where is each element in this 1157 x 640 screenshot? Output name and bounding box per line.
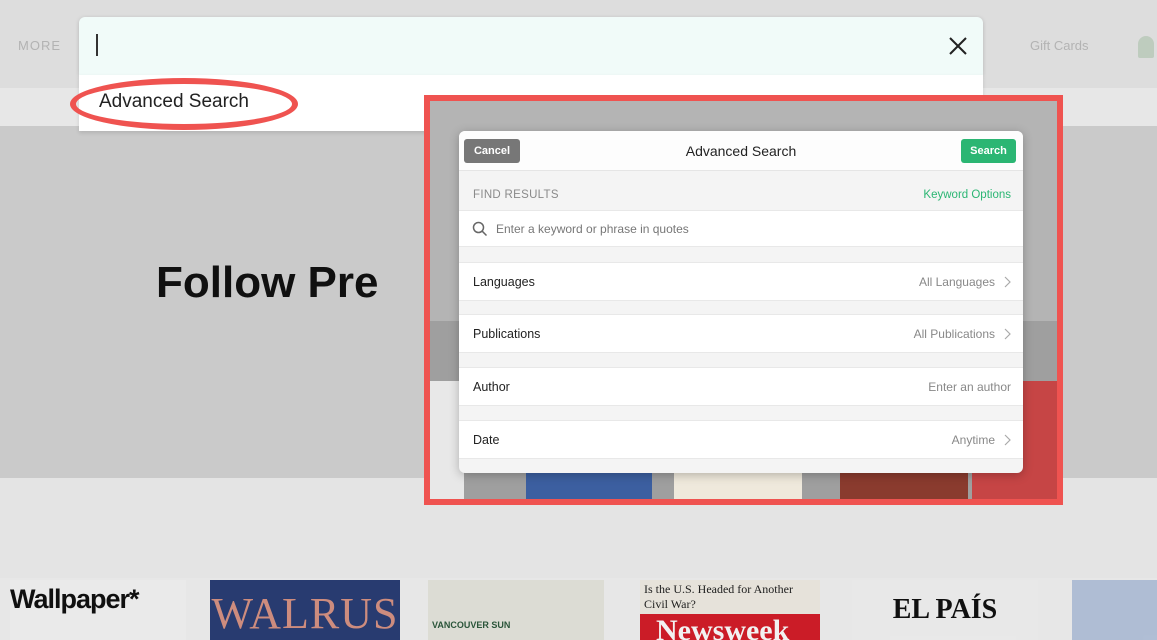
- close-icon[interactable]: [945, 33, 971, 59]
- search-button[interactable]: Search: [961, 139, 1016, 163]
- date-row[interactable]: Date Anytime: [459, 420, 1023, 459]
- keyword-search-row[interactable]: [459, 210, 1023, 247]
- modal-title: Advanced Search: [685, 143, 797, 159]
- row-value: Anytime: [951, 433, 995, 447]
- author-field[interactable]: Enter an author: [928, 380, 1011, 394]
- search-bar[interactable]: [79, 17, 983, 75]
- row-label: Publications: [473, 327, 541, 341]
- section-label: FIND RESULTS: [473, 189, 559, 201]
- keyword-input[interactable]: [496, 216, 1006, 242]
- search-icon: [472, 221, 488, 237]
- languages-row[interactable]: Languages All Languages: [459, 262, 1023, 301]
- text-caret: [96, 34, 98, 56]
- chevron-right-icon: [1004, 328, 1011, 340]
- advanced-search-link[interactable]: Advanced Search: [99, 91, 249, 113]
- advanced-search-modal: Cancel Advanced Search Search FIND RESUL…: [459, 131, 1023, 473]
- chevron-right-icon: [1004, 434, 1011, 446]
- author-row[interactable]: Author Enter an author: [459, 367, 1023, 406]
- keyword-options-link[interactable]: Keyword Options: [923, 189, 1011, 201]
- modal-header: Cancel Advanced Search Search: [459, 131, 1023, 171]
- chevron-right-icon: [1004, 276, 1011, 288]
- row-value: All Languages: [918, 275, 995, 289]
- row-label: Date: [473, 433, 500, 447]
- row-label: Languages: [473, 275, 535, 289]
- publications-row[interactable]: Publications All Publications: [459, 314, 1023, 353]
- row-value: All Publications: [913, 327, 995, 341]
- row-label: Author: [473, 380, 510, 394]
